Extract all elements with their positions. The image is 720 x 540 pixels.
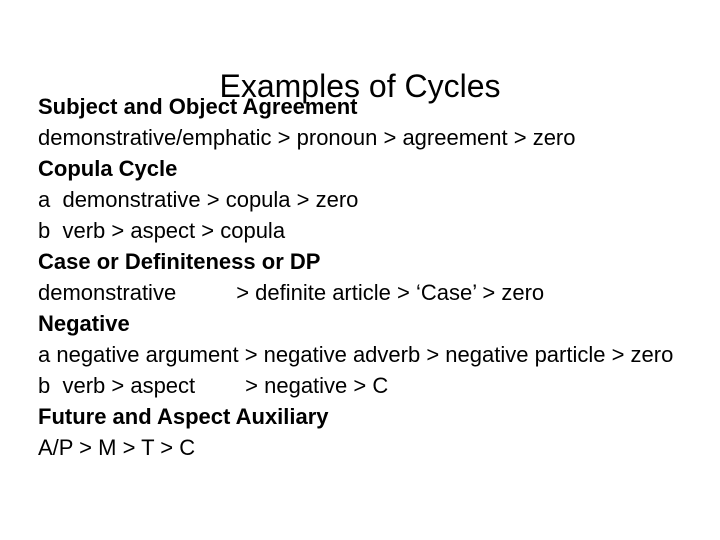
cycle-chain-negative-a: a negative argument > negative adverb > …: [38, 342, 674, 367]
cycle-chain-copula-a: a demonstrative > copula > zero: [38, 187, 359, 212]
cycle-chain-future-aspect-auxiliary: A/P > M > T > C: [38, 435, 196, 460]
cycle-chain-case-definiteness-dp-end: > definite article > ‘Case’ > zero: [236, 280, 545, 305]
section-heading-subject-object-agreement: Subject and Object Agreement: [38, 94, 358, 119]
section-heading-future-aspect-auxiliary: Future and Aspect Auxiliary: [38, 404, 329, 429]
cycle-chain-case-definiteness-dp-start: demonstrative: [38, 280, 177, 305]
section-heading-case-definiteness-dp: Case or Definiteness or DP: [38, 249, 321, 274]
cycle-chain-negative-b: b verb > aspect > negative > C: [38, 370, 710, 401]
cycle-chain-negative-b-start: b verb > aspect: [38, 373, 196, 398]
cycle-chain-case-definiteness-dp: demonstrative > definite article > ‘Case’…: [38, 277, 710, 308]
cycle-chain-copula-b: b verb > aspect > copula: [38, 218, 286, 243]
cycle-chain-negative-b-end: > negative > C: [245, 373, 389, 398]
slide-body: Subject and Object Agreement demonstrati…: [38, 91, 710, 463]
slide: Examples of Cycles Subject and Object Ag…: [0, 0, 720, 540]
cycle-chain-subject-object-agreement: demonstrative/emphatic > pronoun > agree…: [38, 125, 576, 150]
section-heading-copula-cycle: Copula Cycle: [38, 156, 178, 181]
section-heading-negative: Negative: [38, 311, 130, 336]
